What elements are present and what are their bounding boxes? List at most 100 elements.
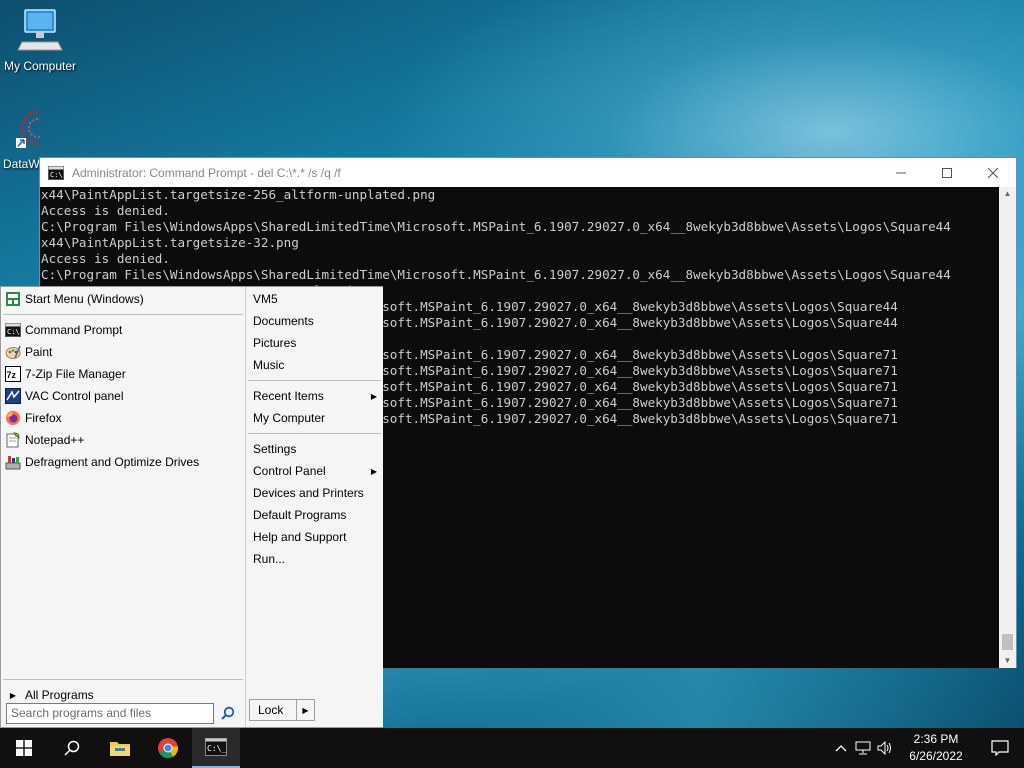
start-menu-link-label: Documents xyxy=(253,314,314,328)
program-item-notepadpp[interactable]: Notepad++ xyxy=(1,429,245,451)
search-button[interactable] xyxy=(218,703,238,723)
start-menu-link-label: Run... xyxy=(253,552,286,566)
cmd-icon: C:\ xyxy=(48,165,64,180)
start-menu-left-pane: Start Menu (Windows) C:\ Command Prompt … xyxy=(1,287,245,727)
cmd-icon: C:\_ xyxy=(205,738,227,756)
vertical-scrollbar[interactable]: ▲ ▼ xyxy=(999,187,1016,668)
start-menu-link-label: Pictures xyxy=(253,336,297,350)
start-menu-item-pinned[interactable]: Start Menu (Windows) xyxy=(1,288,245,310)
start-menu-link-label: VM5 xyxy=(253,292,278,306)
program-label: Command Prompt xyxy=(25,323,123,337)
start-menu-link-music[interactable]: Music xyxy=(246,354,383,376)
maximize-button[interactable] xyxy=(924,158,970,187)
chevron-up-icon xyxy=(835,745,847,752)
start-menu-link-label: Control Panel xyxy=(253,464,326,478)
cmd-icon: C:\ xyxy=(5,322,21,338)
network-button[interactable] xyxy=(852,741,874,755)
svg-text:C:\_: C:\_ xyxy=(207,744,226,753)
datawiz-icon xyxy=(16,110,40,148)
start-menu-link-control-panel[interactable]: Control Panel ▶ xyxy=(246,460,383,482)
lock-button[interactable]: Lock xyxy=(249,699,297,721)
start-menu-link-run[interactable]: Run... xyxy=(246,548,383,570)
program-item-7zip[interactable]: 7z 7-Zip File Manager xyxy=(1,363,245,385)
clock-date: 6/26/2022 xyxy=(909,749,963,763)
taskbar-file-explorer[interactable] xyxy=(96,728,144,768)
start-menu-link-help-and-support[interactable]: Help and Support xyxy=(246,526,383,548)
minimize-button[interactable] xyxy=(878,158,924,187)
firefox-icon xyxy=(5,410,21,426)
desktop-icon-datawiz[interactable]: DataW xyxy=(0,108,40,171)
volume-button[interactable] xyxy=(874,741,896,755)
program-label: Firefox xyxy=(25,411,62,425)
program-label: 7-Zip File Manager xyxy=(25,367,126,381)
title-bar[interactable]: C:\ Administrator: Command Prompt - del … xyxy=(40,158,1016,187)
close-button[interactable] xyxy=(970,158,1016,187)
program-item-firefox[interactable]: Firefox xyxy=(1,407,245,429)
start-menu-link-default-programs[interactable]: Default Programs xyxy=(246,504,383,526)
start-menu-link-pictures[interactable]: Pictures xyxy=(246,332,383,354)
svg-text:7z: 7z xyxy=(7,370,17,380)
start-menu-right-pane: VM5 Documents Pictures Music Recent Items ▶ My… xyxy=(245,287,383,727)
menu-separator xyxy=(3,314,243,315)
taskbar-chrome[interactable] xyxy=(144,728,192,768)
start-menu-link-documents[interactable]: Documents xyxy=(246,310,383,332)
folder-icon xyxy=(110,742,130,756)
start-menu-link-my-computer[interactable]: My Computer xyxy=(246,407,383,429)
show-hidden-icons-button[interactable] xyxy=(830,744,852,752)
all-programs-label: All Programs xyxy=(25,688,94,702)
triangle-right-icon: ▶ xyxy=(302,705,309,715)
start-menu-link-label: Help and Support xyxy=(253,530,347,544)
scrollbar-thumb[interactable] xyxy=(1002,634,1013,650)
start-menu-link-vm5[interactable]: VM5 xyxy=(246,288,383,310)
speaker-icon xyxy=(877,741,891,755)
computer-icon xyxy=(17,9,63,51)
scroll-down-icon[interactable]: ▼ xyxy=(999,654,1016,668)
start-menu-link-settings[interactable]: Settings xyxy=(246,438,383,460)
taskbar-clock[interactable]: 2:36 PM 6/26/2022 xyxy=(896,731,976,765)
search-taskbar-button[interactable] xyxy=(48,728,96,768)
start-button[interactable] xyxy=(0,728,48,768)
desktop-icon-my-computer[interactable]: My Computer xyxy=(0,8,80,73)
windows-logo-icon xyxy=(16,740,32,756)
lock-options-button[interactable]: ▶ xyxy=(297,699,315,721)
minimize-icon xyxy=(896,172,906,173)
program-item-defragment[interactable]: Defragment and Optimize Drives xyxy=(1,451,245,473)
program-item-paint[interactable]: Paint xyxy=(1,341,245,363)
start-menu-item-label: Start Menu (Windows) xyxy=(25,292,144,306)
vac-icon xyxy=(5,388,21,404)
start-menu-link-devices-and-printers[interactable]: Devices and Printers xyxy=(246,482,383,504)
start-menu-link-label: My Computer xyxy=(253,411,326,425)
program-label: VAC Control panel xyxy=(25,389,124,403)
close-icon xyxy=(988,167,998,178)
start-menu: Start Menu (Windows) C:\ Command Prompt … xyxy=(0,286,383,728)
program-item-command-prompt[interactable]: C:\ Command Prompt xyxy=(1,319,245,341)
start-menu-link-recent-items[interactable]: Recent Items ▶ xyxy=(246,385,383,407)
submenu-arrow-icon: ▶ xyxy=(370,391,377,401)
search-icon xyxy=(64,740,80,756)
action-center-button[interactable] xyxy=(976,740,1024,756)
desktop-icon-label: My Computer xyxy=(3,59,77,73)
console-line: x44\PaintAppList.targetsize-32.png xyxy=(41,235,299,250)
console-line: x44\PaintAppList.targetsize-256_altform-… xyxy=(41,187,436,202)
window-title: Administrator: Command Prompt - del C:\*… xyxy=(72,165,341,180)
console-line: C:\Program Files\WindowsApps\SharedLimit… xyxy=(41,219,951,234)
program-item-vac-control-panel[interactable]: VAC Control panel xyxy=(1,385,245,407)
program-label: Defragment and Optimize Drives xyxy=(25,455,200,469)
program-label: Notepad++ xyxy=(25,433,85,447)
menu-separator xyxy=(3,679,243,680)
menu-separator xyxy=(248,380,381,381)
network-icon xyxy=(855,741,871,755)
chrome-icon xyxy=(158,738,179,759)
defrag-icon xyxy=(5,454,21,470)
console-line: Access is denied. xyxy=(41,203,170,218)
taskbar-command-prompt[interactable]: C:\_ xyxy=(192,728,240,768)
program-label: Paint xyxy=(25,345,53,359)
svg-text:C:\: C:\ xyxy=(7,328,20,336)
paint-icon xyxy=(5,344,21,360)
search-input[interactable] xyxy=(6,702,215,724)
program-list: C:\ Command Prompt Paint 7z 7-Zip File M… xyxy=(1,319,245,473)
desktop-icon-label: DataW xyxy=(3,157,40,171)
notepadpp-icon xyxy=(5,432,21,448)
scroll-up-icon[interactable]: ▲ xyxy=(999,187,1016,201)
system-tray: 2:36 PM 6/26/2022 xyxy=(830,728,1024,768)
